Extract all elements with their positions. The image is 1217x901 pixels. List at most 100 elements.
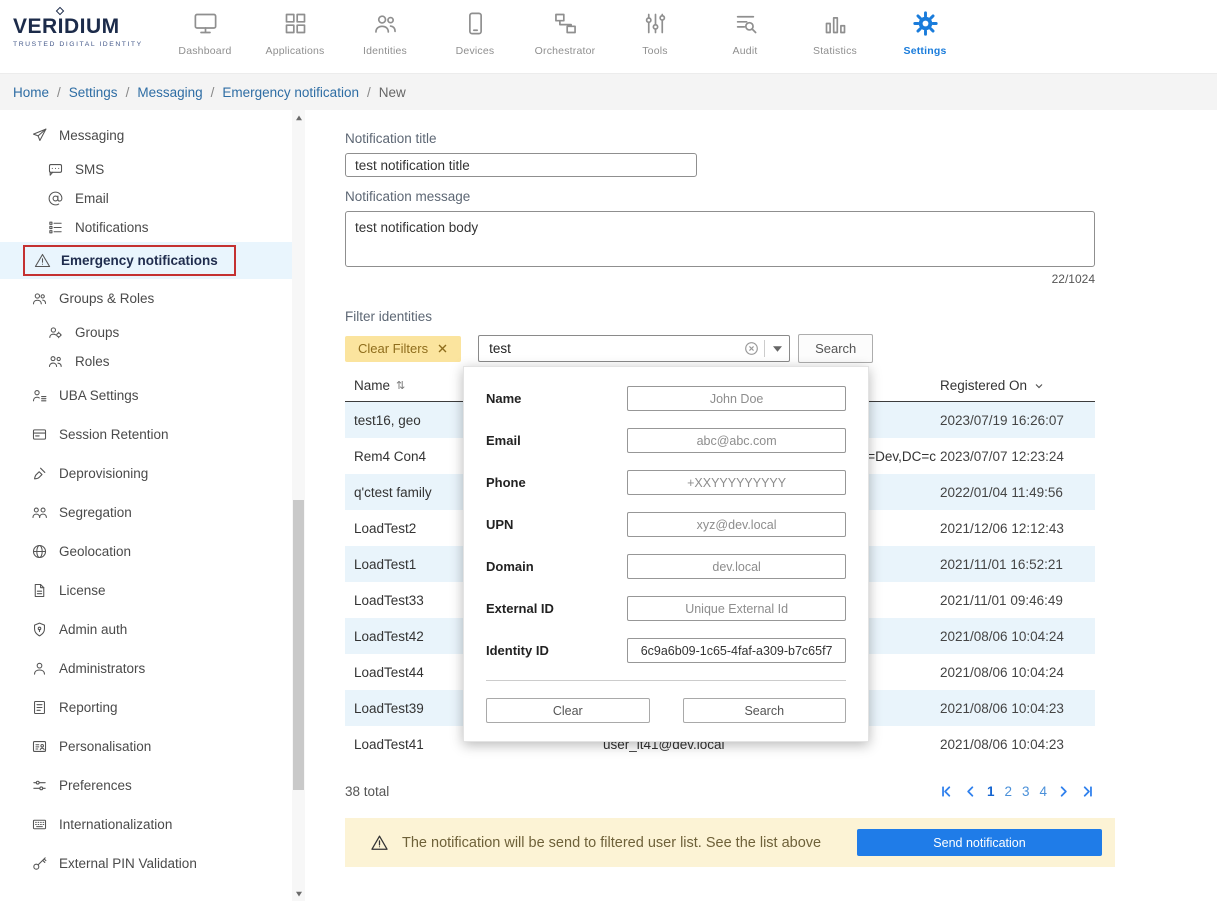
- nav-item-tools[interactable]: Tools: [610, 10, 700, 57]
- sidebar-item-session-retention[interactable]: Session Retention: [0, 415, 305, 454]
- nav-item-label: Devices: [455, 45, 495, 57]
- sidebar-item-preferences[interactable]: Preferences: [0, 766, 305, 805]
- column-header-registered[interactable]: Registered On: [940, 378, 1095, 393]
- page-number-1[interactable]: 1: [987, 784, 995, 799]
- breadcrumb-item-messaging[interactable]: Messaging: [137, 85, 202, 100]
- logo-diamond-icon: [55, 6, 65, 16]
- popup-input-upn[interactable]: [627, 512, 846, 537]
- shield-lock-icon: [31, 621, 48, 638]
- popup-field-domain: Domain: [486, 554, 846, 579]
- popup-field-label: Name: [486, 391, 522, 406]
- sidebar-item-notifications[interactable]: Notifications: [0, 213, 305, 242]
- clear-search-icon[interactable]: [738, 341, 764, 356]
- sidebar-item-uba-settings[interactable]: UBA Settings: [0, 376, 305, 415]
- sidebar-item-label: SMS: [75, 162, 105, 177]
- popup-input-name[interactable]: [627, 386, 846, 411]
- sidebar-item-label: Emergency notifications: [61, 253, 218, 268]
- previous-page-button[interactable]: [963, 784, 978, 799]
- popup-input-phone[interactable]: [627, 470, 846, 495]
- sidebar-scrollbar[interactable]: [292, 110, 305, 901]
- orchestrator-icon: [552, 10, 579, 37]
- sidebar-item-sms[interactable]: SMS: [0, 155, 305, 184]
- uba-icon: [31, 387, 48, 404]
- scroll-up-button[interactable]: [292, 110, 305, 125]
- popup-input-domain[interactable]: [627, 554, 846, 579]
- notification-message-input[interactable]: test notification body: [345, 211, 1095, 267]
- popup-input-identity-id[interactable]: [627, 638, 846, 663]
- nav-item-audit[interactable]: Audit: [700, 10, 790, 57]
- statistics-icon: [822, 10, 849, 37]
- sidebar-item-email[interactable]: Email: [0, 184, 305, 213]
- main-content: Notification title Notification message …: [305, 110, 1217, 901]
- cell-registered: 2021/08/06 10:04:24: [940, 664, 1064, 680]
- sidebar-item-geolocation[interactable]: Geolocation: [0, 532, 305, 571]
- sidebar-item-license[interactable]: License: [0, 571, 305, 610]
- notification-title-input[interactable]: [345, 153, 697, 177]
- sidebar-item-reporting[interactable]: Reporting: [0, 688, 305, 727]
- scroll-down-button[interactable]: [292, 886, 305, 901]
- popup-clear-button[interactable]: Clear: [486, 698, 650, 723]
- send-notification-button[interactable]: Send notification: [857, 829, 1102, 856]
- identity-filter-popup: Name Email Phone UPN Domain External ID Identi…: [463, 366, 869, 742]
- dropdown-caret-icon[interactable]: [764, 340, 789, 357]
- identity-search-input[interactable]: [479, 341, 739, 356]
- sidebar-item-admin-auth[interactable]: Admin auth: [0, 610, 305, 649]
- group-gear-icon: [47, 324, 64, 341]
- sidebar-item-emergency-notifications[interactable]: Emergency notifications: [0, 242, 305, 279]
- popup-field-email: Email: [486, 428, 846, 453]
- sidebar-item-roles[interactable]: Roles: [0, 347, 305, 376]
- sidebar-item-groups-roles[interactable]: Groups & Roles: [0, 279, 305, 318]
- cell-registered: 2021/08/06 10:04:23: [940, 736, 1064, 752]
- warning-icon: [34, 252, 51, 269]
- popup-input-email[interactable]: [627, 428, 846, 453]
- brand-logo[interactable]: VERIDIUM TRUSTED DIGITAL IDENTITY: [0, 0, 160, 48]
- sidebar-item-internationalization[interactable]: Internationalization: [0, 805, 305, 844]
- popup-search-button[interactable]: Search: [682, 698, 846, 723]
- nav-item-applications[interactable]: Applications: [250, 10, 340, 57]
- list-icon: [47, 219, 64, 236]
- breadcrumb-separator: /: [210, 84, 215, 100]
- next-page-button[interactable]: [1056, 784, 1071, 799]
- key-icon: [31, 855, 48, 872]
- last-page-button[interactable]: [1080, 784, 1095, 799]
- nav-item-devices[interactable]: Devices: [430, 10, 520, 57]
- top-bar: VERIDIUM TRUSTED DIGITAL IDENTITY Dashbo…: [0, 0, 1217, 73]
- popup-field-label: External ID: [486, 601, 554, 616]
- sidebar-item-label: Groups: [75, 325, 120, 340]
- dashboard-icon: [192, 10, 219, 37]
- sidebar-item-groups[interactable]: Groups: [0, 318, 305, 347]
- cell-registered: 2021/08/06 10:04:24: [940, 628, 1064, 644]
- search-button[interactable]: Search: [798, 334, 874, 363]
- scrollbar-thumb[interactable]: [293, 500, 304, 790]
- first-page-button[interactable]: [939, 784, 954, 799]
- nav-item-settings[interactable]: Settings: [880, 10, 970, 57]
- clear-filters-chip[interactable]: Clear Filters: [345, 335, 462, 362]
- close-icon[interactable]: [437, 343, 448, 354]
- page-number-3[interactable]: 3: [1022, 784, 1030, 799]
- nav-item-identities[interactable]: Identities: [340, 10, 430, 57]
- sidebar-item-external-pin-validation[interactable]: External PIN Validation: [0, 844, 305, 883]
- identity-search-combo: [478, 335, 791, 362]
- page-number-4[interactable]: 4: [1039, 784, 1047, 799]
- breadcrumb-item-emergency-notification[interactable]: Emergency notification: [222, 85, 359, 100]
- sidebar-item-deprovisioning[interactable]: Deprovisioning: [0, 454, 305, 493]
- breadcrumb-item-home[interactable]: Home: [13, 85, 49, 100]
- nav-item-dashboard[interactable]: Dashboard: [160, 10, 250, 57]
- applications-icon: [282, 10, 309, 37]
- sidebar-item-label: Email: [75, 191, 109, 206]
- popup-field-label: Phone: [486, 475, 526, 490]
- sidebar-item-administrators[interactable]: Administrators: [0, 649, 305, 688]
- audit-icon: [732, 10, 759, 37]
- session-icon: [31, 426, 48, 443]
- popup-input-external-id[interactable]: [627, 596, 846, 621]
- cell-registered: 2021/12/06 12:12:43: [940, 520, 1064, 536]
- sidebar-item-messaging[interactable]: Messaging: [0, 116, 305, 155]
- sidebar-item-personalisation[interactable]: Personalisation: [0, 727, 305, 766]
- sidebar-item-label: Segregation: [59, 505, 132, 520]
- popup-field-name: Name: [486, 386, 846, 411]
- page-number-2[interactable]: 2: [1004, 784, 1012, 799]
- sidebar-item-segregation[interactable]: Segregation: [0, 493, 305, 532]
- breadcrumb-item-settings[interactable]: Settings: [69, 85, 118, 100]
- nav-item-orchestrator[interactable]: Orchestrator: [520, 10, 610, 57]
- nav-item-statistics[interactable]: Statistics: [790, 10, 880, 57]
